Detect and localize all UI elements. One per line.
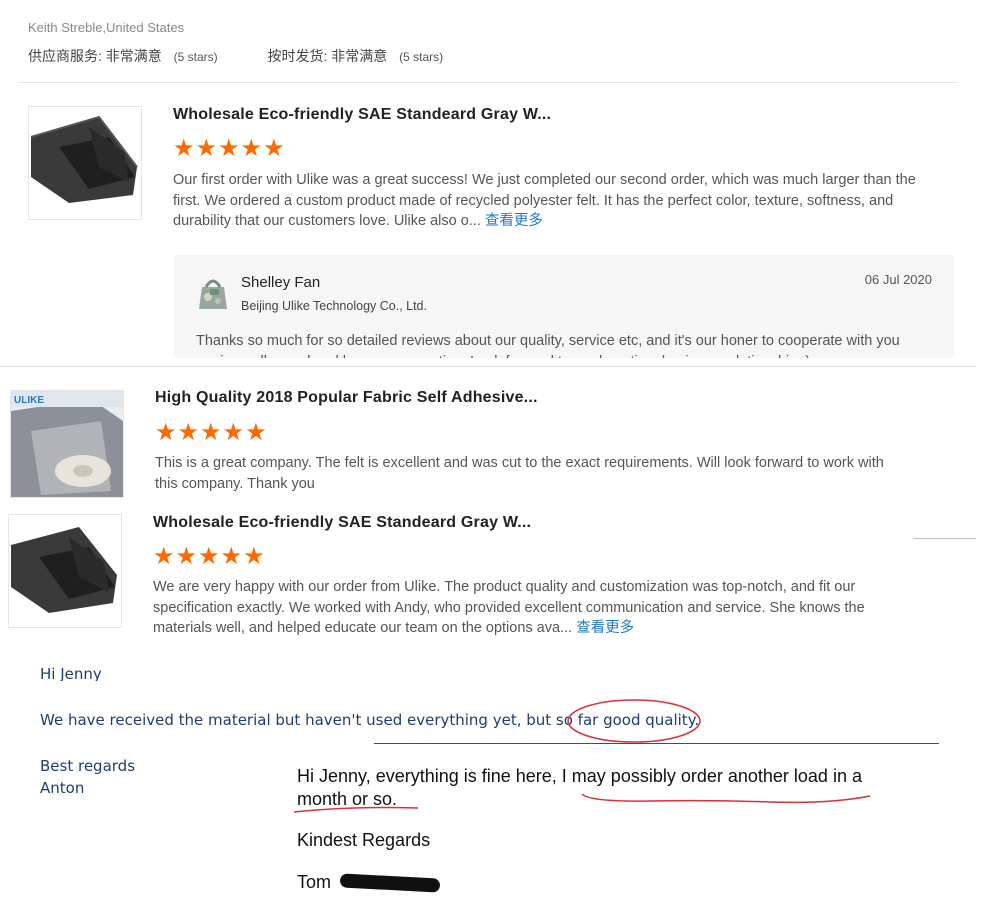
product-title[interactable]: Wholesale Eco-friendly SAE Standeard Gra…: [173, 106, 551, 124]
review-text: This is a great company. The felt is exc…: [155, 455, 884, 492]
review-body: We are very happy with our order from Ul…: [153, 579, 865, 636]
supplier-avatar: [196, 275, 230, 311]
divider: [914, 538, 976, 539]
underline-annotation: [293, 793, 871, 813]
email-sender-name: Tom: [297, 872, 332, 892]
delivery-rating-stars: (5 stars): [399, 50, 444, 64]
delivery-rating-label: 按时发货:: [267, 48, 328, 64]
service-rating-label: 供应商服务:: [28, 48, 102, 64]
rating-summary: 供应商服务: 非常满意 (5 stars) 按时发货: 非常满意 (5 star…: [28, 46, 443, 66]
product-thumbnail[interactable]: [28, 106, 142, 220]
product-title[interactable]: Wholesale Eco-friendly SAE Standeard Gra…: [153, 514, 531, 532]
rating-stars: ★★★★★: [155, 419, 268, 446]
redaction-mark: [339, 873, 441, 893]
divider: [0, 366, 976, 367]
email-sender-name: Anton: [40, 779, 85, 797]
email-greeting-clip: Hi Jenny: [40, 655, 160, 681]
brand-logo: ULIKE: [14, 395, 44, 406]
felt-bag-icon: [199, 279, 227, 309]
reply-date: 06 Jul 2020: [864, 272, 932, 287]
reviewer-name: Keith Streble,United States: [28, 20, 185, 35]
product-thumbnail[interactable]: [8, 514, 122, 628]
adhesive-felt-roll-image: ULIKE: [11, 391, 123, 497]
email-separator: [374, 743, 939, 744]
gray-felt-image: [9, 515, 121, 627]
rating-stars: ★★★★★: [153, 543, 266, 570]
email-signoff: Kindest Regards: [297, 830, 431, 850]
service-rating-value: 非常满意: [105, 48, 162, 64]
delivery-rating-value: 非常满意: [331, 48, 388, 64]
email-greeting: Hi Jenny: [40, 665, 102, 681]
gray-felt-image: [29, 107, 141, 219]
reply-text: Thanks so much for so detailed reviews a…: [196, 333, 900, 358]
product-thumbnail[interactable]: ULIKE: [10, 390, 124, 498]
see-more-link[interactable]: 查看更多: [485, 213, 543, 229]
review-text: Our first order with Ulike was a great s…: [173, 170, 918, 232]
service-rating-stars: (5 stars): [173, 50, 218, 64]
email-signoff: Best regards: [40, 757, 136, 775]
see-more-link[interactable]: 查看更多: [576, 620, 634, 636]
highlight-circle-annotation: [567, 699, 701, 743]
reply-author: Shelley Fan: [241, 274, 321, 291]
product-title[interactable]: High Quality 2018 Popular Fabric Self Ad…: [155, 389, 538, 407]
supplier-reply: Shelley Fan Beijing Ulike Technology Co.…: [174, 255, 954, 358]
rating-stars: ★★★★★: [173, 135, 286, 162]
reply-company: Beijing Ulike Technology Co., Ltd.: [241, 299, 427, 313]
review-body: Our first order with Ulike was a great s…: [173, 172, 916, 229]
review-text: We are very happy with our order from Ul…: [153, 577, 890, 639]
divider: [18, 82, 958, 83]
